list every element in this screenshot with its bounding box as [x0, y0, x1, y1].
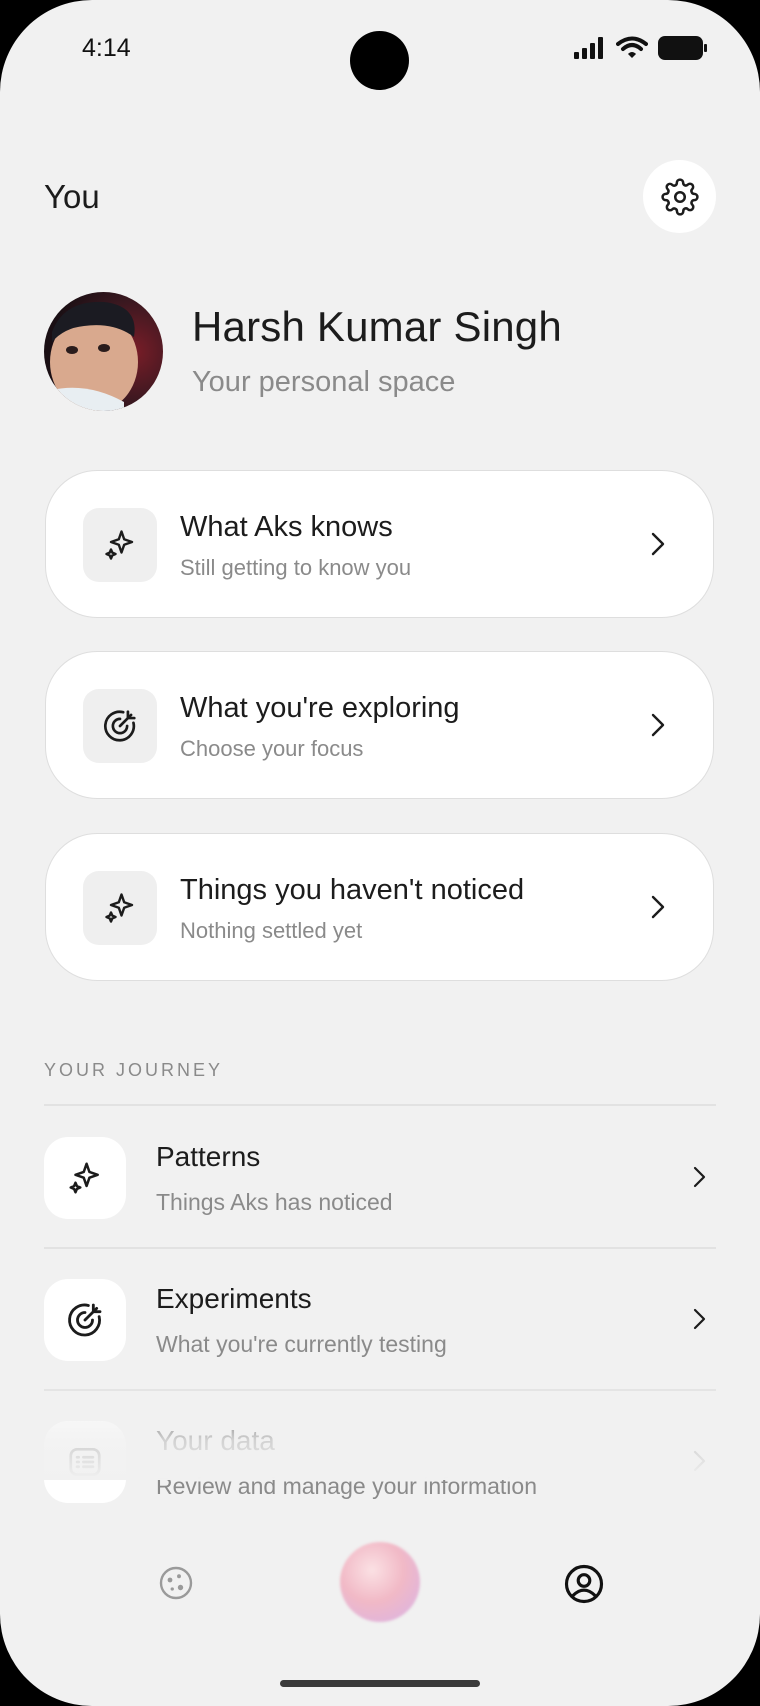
- wifi-icon: [616, 36, 648, 58]
- profile-name: Harsh Kumar Singh: [192, 303, 562, 350]
- sparkle-icon: [105, 530, 134, 560]
- gear-icon: [660, 177, 699, 216]
- target-icon: [68, 1303, 102, 1337]
- signal-icon: [574, 37, 603, 59]
- explore-icon[interactable]: [158, 1565, 194, 1601]
- list-icon: [69, 1447, 101, 1477]
- chevron-right-icon: [651, 532, 665, 556]
- settings-button[interactable]: [643, 160, 716, 233]
- battery-icon: [658, 36, 707, 60]
- row-title: Patterns: [156, 1141, 261, 1172]
- chevron-right-icon: [651, 895, 665, 919]
- target-icon: [104, 710, 136, 742]
- chevron-right-icon: [651, 713, 665, 737]
- chevron-right-icon: [693, 1450, 706, 1472]
- profile-subtitle: Your personal space: [192, 366, 456, 398]
- section-label-your-journey: YOUR JOURNEY: [44, 1060, 224, 1080]
- row-subtitle: Things Aks has noticed: [156, 1189, 393, 1215]
- divider: [44, 1389, 716, 1391]
- profile-icon[interactable]: [563, 1563, 605, 1605]
- phone-screen: 4:14 You Harsh Kumar Singh Your personal…: [0, 0, 760, 1706]
- row-subtitle: What you're currently testing: [156, 1331, 447, 1357]
- card-what-youre-exploring[interactable]: What you're exploring Choose your focus: [45, 651, 714, 799]
- card-subtitle: Nothing settled yet: [180, 918, 363, 943]
- card-icon-box: [83, 689, 157, 763]
- divider: [44, 1104, 716, 1106]
- divider: [44, 1247, 716, 1249]
- row-title: Your data: [156, 1425, 275, 1456]
- card-title: What Aks knows: [180, 511, 393, 543]
- card-what-aks-knows[interactable]: What Aks knows Still getting to know you: [45, 470, 714, 618]
- avatar[interactable]: [44, 292, 163, 411]
- card-title: What you're exploring: [180, 692, 460, 724]
- card-icon-box: [83, 508, 157, 582]
- card-title: Things you haven't noticed: [180, 874, 525, 906]
- journey-item-experiments[interactable]: Experiments What you're currently testin…: [44, 1252, 716, 1392]
- sparkle-icon: [69, 1162, 99, 1194]
- row-icon-box: [44, 1279, 126, 1361]
- page-title: You: [44, 178, 100, 215]
- sparkle-icon: [105, 893, 134, 923]
- card-icon-box: [83, 871, 157, 945]
- row-subtitle: Review and manage your information: [156, 1473, 537, 1499]
- row-icon-box: [44, 1421, 126, 1503]
- status-time: 4:14: [82, 34, 131, 62]
- row-icon-box: [44, 1137, 126, 1219]
- chevron-right-icon: [693, 1308, 706, 1330]
- card-things-you-havent-noticed[interactable]: Things you haven't noticed Nothing settl…: [45, 833, 714, 981]
- card-subtitle: Choose your focus: [180, 736, 364, 761]
- journey-item-your-data[interactable]: Your data Review and manage your informa…: [44, 1394, 716, 1534]
- journey-item-patterns[interactable]: Patterns Things Aks has noticed: [44, 1110, 716, 1250]
- row-title: Experiments: [156, 1283, 312, 1314]
- avatar-photo: [44, 292, 163, 411]
- assistant-orb-button[interactable]: [340, 1542, 420, 1622]
- chevron-right-icon: [693, 1166, 706, 1188]
- status-icons: [574, 36, 708, 60]
- camera-island: [350, 31, 409, 90]
- card-subtitle: Still getting to know you: [180, 555, 412, 580]
- home-indicator: [280, 1680, 480, 1687]
